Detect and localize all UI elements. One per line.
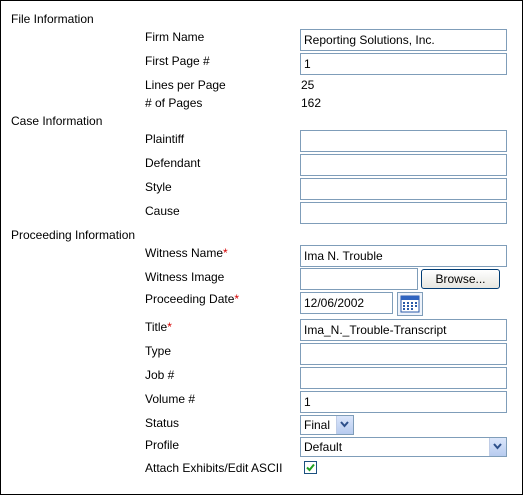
num-pages-label: # of Pages (145, 96, 203, 110)
file-properties-form: File Information Firm Name Reporting Sol… (0, 0, 523, 495)
volume-label: Volume # (145, 392, 196, 406)
status-label: Status (145, 416, 180, 430)
witness-name-input[interactable]: Ima N. Trouble (300, 245, 507, 267)
required-marker: * (234, 292, 240, 306)
required-marker: * (167, 320, 172, 334)
cause-label: Cause (145, 204, 180, 218)
witness-name-label: Witness Name* (145, 246, 228, 260)
checkmark-icon (306, 463, 315, 472)
defendant-input[interactable] (300, 154, 507, 176)
lines-per-page-value: 25 (301, 78, 315, 92)
first-page-label: First Page # (145, 54, 210, 68)
title-input[interactable]: Ima_N._Trouble-Transcript (300, 319, 507, 341)
file-information-heading: File Information (11, 12, 94, 26)
profile-select[interactable]: Default (300, 437, 507, 457)
dropdown-arrow-icon (336, 416, 353, 434)
required-marker: * (223, 246, 228, 260)
proceeding-date-label: Proceeding Date* (145, 292, 239, 306)
witness-image-label: Witness Image (145, 270, 225, 284)
style-label: Style (145, 180, 172, 194)
num-pages-value: 162 (301, 96, 322, 110)
calendar-button[interactable] (397, 292, 423, 316)
case-information-heading: Case Information (11, 114, 103, 128)
dropdown-arrow-icon (489, 438, 506, 456)
style-input[interactable] (300, 178, 507, 200)
title-label-text: Title (145, 320, 168, 334)
job-label: Job # (145, 368, 175, 382)
status-selected-value: Final (304, 418, 331, 432)
lines-per-page-label: Lines per Page (145, 78, 226, 92)
status-select[interactable]: Final (300, 415, 354, 435)
attach-exhibits-checkbox[interactable] (304, 461, 317, 474)
firm-name-input[interactable]: Reporting Solutions, Inc. (300, 29, 507, 51)
type-label: Type (145, 344, 172, 358)
proceeding-information-heading: Proceeding Information (11, 228, 136, 242)
proceeding-date-label-text: Proceeding Date (145, 292, 235, 306)
attach-exhibits-label: Attach Exhibits/Edit ASCII (145, 461, 283, 475)
profile-selected-value: Default (304, 440, 343, 454)
profile-label: Profile (145, 438, 180, 452)
proceeding-date-input[interactable]: 12/06/2002 (300, 292, 393, 314)
browse-button[interactable]: Browse... (421, 269, 500, 289)
witness-name-label-text: Witness Name (145, 246, 224, 260)
first-page-input[interactable]: 1 (300, 53, 507, 75)
firm-name-label: Firm Name (145, 30, 205, 44)
cause-input[interactable] (300, 202, 507, 224)
plaintiff-label: Plaintiff (145, 132, 185, 146)
title-label: Title* (145, 320, 172, 334)
witness-image-file-input[interactable] (300, 268, 418, 290)
type-input[interactable] (300, 343, 507, 365)
job-input[interactable] (300, 367, 507, 389)
defendant-label: Defendant (145, 156, 201, 170)
plaintiff-input[interactable] (300, 130, 507, 152)
calendar-icon (400, 295, 420, 313)
volume-input[interactable]: 1 (300, 391, 507, 413)
